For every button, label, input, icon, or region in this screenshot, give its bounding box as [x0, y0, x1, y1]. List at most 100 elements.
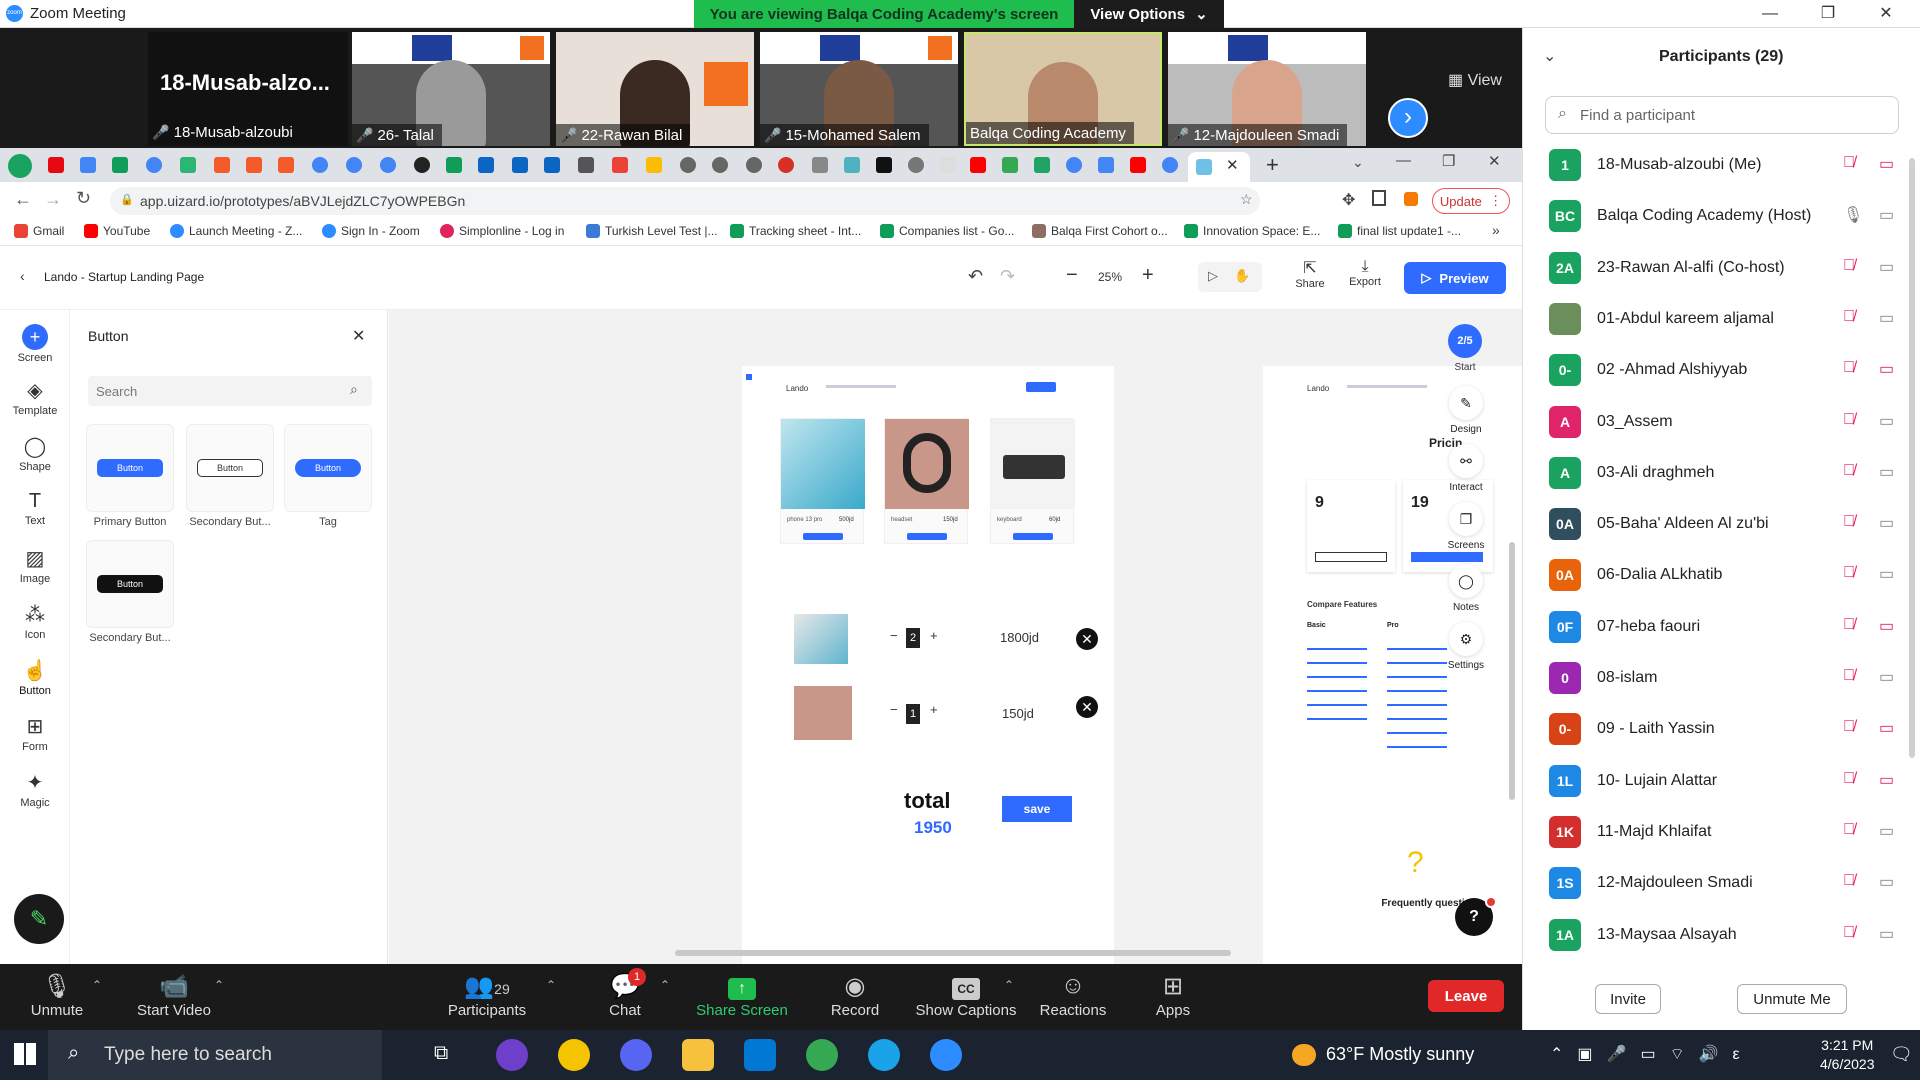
shield-icon[interactable]: [8, 154, 32, 178]
github-desktop-icon[interactable]: [496, 1039, 528, 1071]
youtube-tab-icon[interactable]: [970, 157, 986, 173]
bookmark-youtube[interactable]: YouTube: [84, 224, 150, 238]
participant-row[interactable]: 2A 23-Rawan Al-alfi (Co-host) 🎙̸ ▭: [1523, 245, 1920, 296]
save-button[interactable]: save: [1002, 796, 1072, 822]
rail-image[interactable]: ▨ Image: [0, 546, 70, 585]
forward-arrow-icon[interactable]: →: [44, 189, 62, 210]
share-screen-button[interactable]: ↑ Share Screen: [692, 972, 792, 1019]
restore-button[interactable]: ❐: [1808, 2, 1848, 26]
youtube-tab-icon[interactable]: [1130, 157, 1146, 173]
tab-icon[interactable]: [246, 157, 262, 173]
participant-row[interactable]: A 03-Ali draghmeh 🎙̸ ▭: [1523, 450, 1920, 501]
participant-row[interactable]: 0A 06-Dalia ALkhatib 🎙̸ ▭: [1523, 552, 1920, 603]
url-input[interactable]: 🔒 app.uizard.io/prototypes/aBVJLejdZLC7yO…: [110, 187, 1260, 215]
netflix-tab-icon[interactable]: [48, 157, 64, 173]
tab-icon[interactable]: [844, 157, 860, 173]
chat-options-caret[interactable]: ⌃: [660, 978, 670, 992]
rail-magic[interactable]: ✦ Magic: [0, 770, 70, 809]
tab-icon[interactable]: [746, 157, 762, 173]
view-button[interactable]: ▦ View: [1448, 70, 1502, 90]
star-icon[interactable]: ☆: [1240, 191, 1253, 208]
rail-template[interactable]: ◈ Template: [0, 378, 70, 417]
video-tile[interactable]: 🎤 26- Talal: [352, 32, 550, 146]
edge-icon[interactable]: [868, 1039, 900, 1071]
invite-button[interactable]: Invite: [1595, 984, 1661, 1014]
participant-row[interactable]: BC Balqa Coding Academy (Host) 🎙 ▭: [1523, 193, 1920, 244]
more-bookmarks-icon[interactable]: »: [1492, 222, 1500, 238]
design-canvas[interactable]: Lando phone 13 pro 500jd headset 150jd k…: [389, 310, 1522, 964]
participant-row[interactable]: 1L 10- Lujain Alattar 🎙̸ ▭: [1523, 758, 1920, 809]
participant-row[interactable]: 0A 05-Baha' Aldeen Al zu'bi 🎙̸ ▭: [1523, 501, 1920, 552]
taskbar-search-input[interactable]: ⌕ Type here to search: [48, 1030, 382, 1080]
add-to-cart-button[interactable]: [803, 533, 843, 540]
reload-icon[interactable]: ↻: [76, 188, 91, 209]
new-tab-button[interactable]: +: [1266, 152, 1279, 178]
back-arrow-icon[interactable]: ←: [14, 189, 32, 210]
captions-options-caret[interactable]: ⌃: [1004, 978, 1014, 992]
browser-restore-button[interactable]: ❐: [1442, 152, 1455, 170]
active-speaker-tile[interactable]: 18-Musab-alzo... 🎤 18-Musab-alzoubi: [148, 32, 348, 146]
minimize-button[interactable]: —: [1750, 2, 1790, 26]
google-tab-icon[interactable]: [312, 157, 328, 173]
bookmark-balqa-cohort[interactable]: Balqa First Cohort o...: [1032, 224, 1168, 238]
taskbar-clock[interactable]: 3:21 PM 4/6/2023: [1820, 1036, 1875, 1074]
tab-icon[interactable]: [908, 157, 924, 173]
zoom-level[interactable]: 25%: [1098, 270, 1122, 284]
record-button[interactable]: ◉ Record: [820, 972, 890, 1019]
browser-minimize-button[interactable]: —: [1396, 152, 1411, 169]
tab-icon[interactable]: [876, 157, 892, 173]
participants-button[interactable]: 👥29 Participants: [440, 972, 534, 1019]
notifications-icon[interactable]: 🗨: [1890, 1044, 1913, 1065]
rail-screen[interactable]: + Screen: [0, 324, 70, 364]
tab-icon[interactable]: [940, 157, 956, 173]
bookmark-simplonline[interactable]: Simplonline - Log in: [440, 224, 564, 238]
windows-start-icon[interactable]: [14, 1043, 36, 1065]
participant-row[interactable]: 1S 12-Majdouleen Smadi 🎙̸ ▭: [1523, 860, 1920, 911]
bookmark-tracking-sheet[interactable]: Tracking sheet - Int...: [730, 224, 861, 238]
increase-qty-button[interactable]: +: [930, 702, 938, 717]
next-videos-button[interactable]: ›: [1388, 98, 1428, 138]
collapse-chevron-icon[interactable]: ⌄: [1543, 46, 1556, 66]
participant-row[interactable]: A 03_Assem 🎙̸ ▭: [1523, 399, 1920, 450]
participants-options-caret[interactable]: ⌃: [546, 978, 556, 992]
participant-row[interactable]: 0- 02 -Ahmad Alshiyyab 🎙̸ ▭: [1523, 347, 1920, 398]
participants-scrollbar[interactable]: [1909, 158, 1915, 758]
component-search-input[interactable]: Search ⌕: [88, 376, 372, 406]
pen-tool-button[interactable]: ✎: [14, 894, 64, 944]
drive-tab-icon[interactable]: [646, 157, 662, 173]
tab-icon[interactable]: [80, 157, 96, 173]
system-tray-icons[interactable]: ⌃▣🎤▭⌔🔊ε: [1550, 1044, 1754, 1064]
google-tab-icon[interactable]: [1066, 157, 1082, 173]
participant-row[interactable]: 0- 09 - Laith Yassin 🎙̸ ▭: [1523, 706, 1920, 757]
component-secondary-button-dark[interactable]: Button Secondary But...: [86, 540, 174, 644]
vertical-scrollbar[interactable]: [1509, 542, 1515, 800]
tab-search-icon[interactable]: ⌄: [1352, 154, 1364, 171]
chrome-icon[interactable]: [806, 1039, 838, 1071]
linkedin-tab-icon[interactable]: [544, 157, 560, 173]
reactions-button[interactable]: ☺ Reactions: [1036, 972, 1110, 1019]
add-to-cart-button[interactable]: [1013, 533, 1053, 540]
tab-icon[interactable]: [1002, 157, 1018, 173]
product-card[interactable]: headset 150jd: [884, 418, 969, 544]
google-tab-icon[interactable]: [380, 157, 396, 173]
find-participant-input[interactable]: ⌕ Find a participant: [1545, 96, 1899, 134]
audio-options-caret[interactable]: ⌃: [92, 978, 102, 992]
project-title[interactable]: Lando - Startup Landing Page: [44, 270, 204, 284]
export-button[interactable]: ⤓ Export: [1342, 258, 1388, 288]
remove-item-button[interactable]: ✕: [1076, 628, 1098, 650]
component-secondary-button[interactable]: Button Secondary But...: [186, 424, 274, 528]
update-button[interactable]: Update ⋮: [1432, 188, 1510, 214]
tab-icon[interactable]: [778, 157, 794, 173]
start-video-button[interactable]: 📹 Start Video: [126, 972, 222, 1019]
component-primary-button[interactable]: Button Primary Button: [86, 424, 174, 528]
undo-icon[interactable]: ↶: [968, 266, 983, 287]
discord-icon[interactable]: [620, 1039, 652, 1071]
zoom-app-icon[interactable]: [930, 1039, 962, 1071]
extensions-icon[interactable]: ✥: [1342, 190, 1355, 210]
tab-icon[interactable]: [278, 157, 294, 173]
rail-shape[interactable]: ◯ Shape: [0, 434, 70, 473]
linkedin-tab-icon[interactable]: [512, 157, 528, 173]
participant-row[interactable]: 1K 11-Majd Khlaifat 🎙̸ ▭: [1523, 809, 1920, 860]
view-options-button[interactable]: View Options ⌄: [1074, 0, 1224, 28]
tab-icon[interactable]: [214, 157, 230, 173]
